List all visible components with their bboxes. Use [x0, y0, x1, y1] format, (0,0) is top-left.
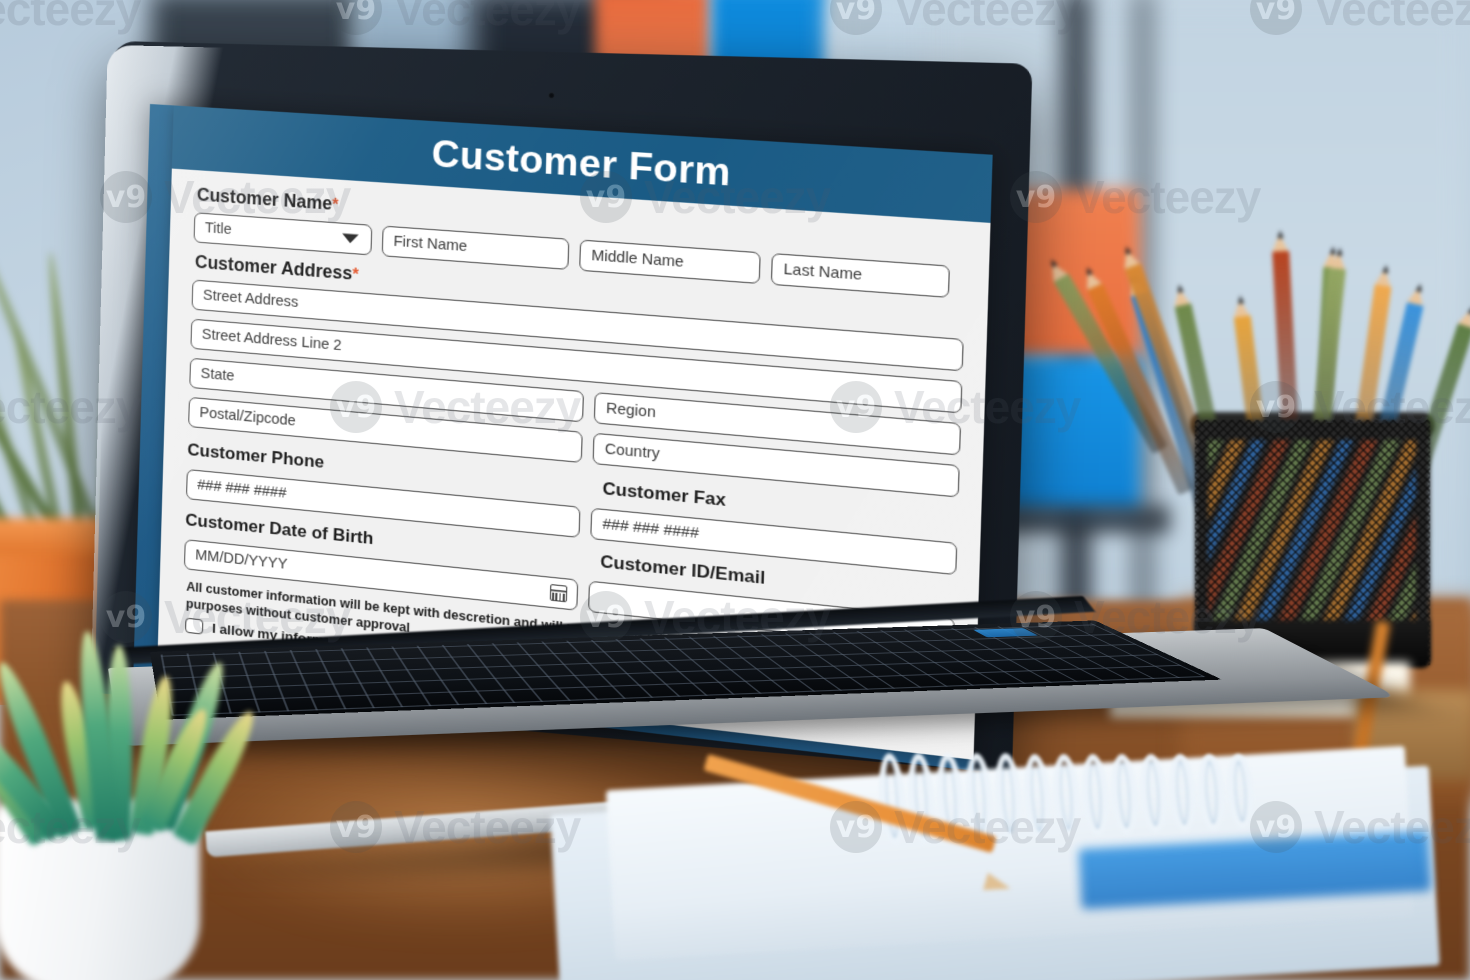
spiral-ring [1195, 753, 1228, 832]
customer-phone-placeholder: ### ### #### [197, 477, 287, 502]
required-asterisk-address: * [351, 266, 359, 285]
spiral-ring [875, 752, 909, 846]
street-address-2-placeholder: Street Address Line 2 [201, 326, 342, 355]
first-name-input[interactable]: First Name [381, 225, 570, 270]
last-name-input[interactable]: Last Name [770, 253, 950, 298]
middle-name-input[interactable]: Middle Name [579, 239, 761, 285]
spiral-ring [1166, 753, 1199, 833]
street-address-placeholder: Street Address [202, 287, 299, 312]
spiral-ring [1079, 752, 1112, 837]
customer-fax-placeholder: ### ### #### [602, 516, 699, 543]
screenshot-scene: Customer Form Customer Name* Title First… [0, 0, 1470, 980]
spiral-ring [1224, 753, 1257, 830]
region-placeholder: Region [605, 400, 656, 422]
postal-zipcode-placeholder: Postal/Zipcode [199, 404, 297, 430]
spiral-ring [1021, 752, 1054, 840]
middle-name-placeholder: Middle Name [591, 247, 685, 272]
required-asterisk-name: * [331, 196, 339, 215]
consent-checkbox[interactable] [185, 617, 204, 635]
first-name-placeholder: First Name [393, 233, 468, 256]
notebook-spiral-binding [875, 726, 1284, 884]
country-placeholder: Country [604, 441, 660, 463]
customer-dob-placeholder: MM/DD/YYYY [195, 547, 288, 573]
title-select-value: Title [204, 220, 232, 239]
chevron-down-icon[interactable] [341, 233, 359, 244]
spiral-ring [1050, 752, 1083, 838]
spiral-ring [1108, 752, 1141, 836]
customer-name-label-text: Customer Name [196, 184, 333, 214]
spiral-ring [992, 752, 1025, 841]
last-name-placeholder: Last Name [783, 261, 863, 285]
calendar-icon[interactable] [549, 583, 568, 603]
spiral-ring [1137, 752, 1170, 834]
page-title: Customer Form [431, 131, 732, 194]
title-select[interactable]: Title [193, 212, 373, 256]
webcam [548, 92, 555, 99]
state-placeholder: State [200, 365, 235, 385]
customer-address-label-text: Customer Address [194, 251, 353, 284]
